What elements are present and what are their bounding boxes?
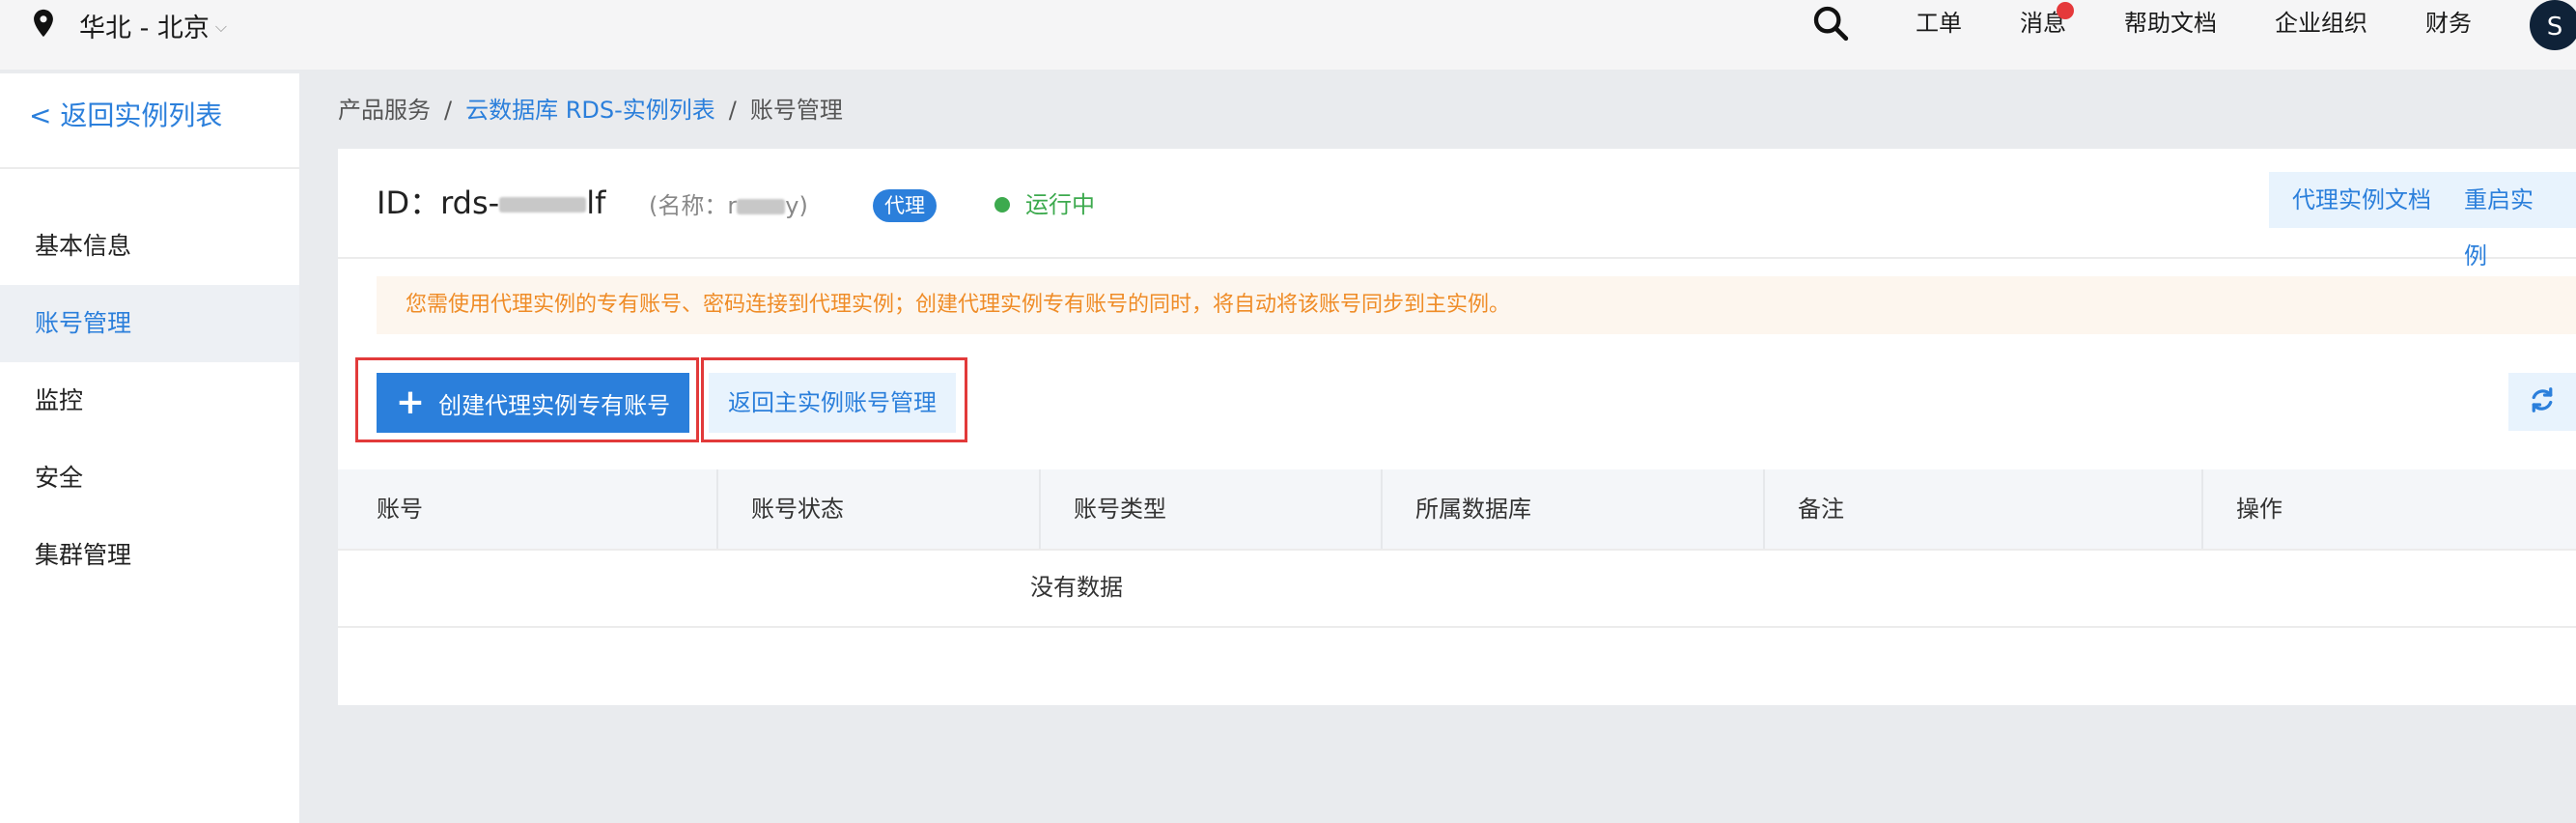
instance-id: ID：rds-lf [377,184,605,222]
redacted-block [499,197,587,213]
search-button[interactable] [1811,4,1850,46]
nav-finance[interactable]: 财务 [2425,6,2472,41]
sidebar-divider [0,167,299,169]
search-icon [1811,4,1850,46]
empty-state-text: 没有数据 [1030,574,1123,601]
back-to-instance-list-link[interactable]: < 返回实例列表 [29,97,222,135]
table-empty-row: 没有数据 [338,549,2576,628]
column-separator [1381,469,1383,549]
column-header-actions: 操作 [2236,496,2282,523]
breadcrumb-product-services[interactable]: 产品服务 [338,93,431,128]
proxy-tag: 代理 [873,189,937,222]
column-separator [716,469,718,549]
sidebar-item-security[interactable]: 安全 [0,440,299,517]
breadcrumb-separator: / [444,97,453,124]
instance-name-prefix: (名称：r [649,192,738,219]
column-header-account: 账号 [377,496,423,523]
redacted-block [737,199,786,214]
create-proxy-account-label: 创建代理实例专有账号 [438,391,671,419]
instance-name: (名称：r y) [649,189,808,222]
back-to-main-account-button[interactable]: 返回主实例账号管理 [709,373,956,433]
table-header: 账号 账号状态 账号类型 所属数据库 备注 操作 [338,469,2576,551]
chevron-down-icon: ⌵ [214,17,228,36]
notice-banner: 您需使用代理实例的专有账号、密码连接到代理实例；创建代理实例专有账号的同时，将自… [377,276,2576,334]
restart-instance-button[interactable]: 重启实例 [2441,172,2576,270]
nav-enterprise-org[interactable]: 企业组织 [2275,6,2367,41]
instance-id-prefix: ID：rds- [377,184,500,221]
column-separator [1763,469,1765,549]
breadcrumb-rds-instance-list[interactable]: 云数据库 RDS-实例列表 [465,93,715,128]
region-selector[interactable]: 华北 - 北京 ⌵ [27,6,227,44]
plus-icon: + [395,383,426,422]
refresh-icon [2528,385,2557,418]
instance-name-suffix: y) [785,192,808,219]
avatar[interactable]: S [2530,0,2576,50]
instance-header: ID：rds-lf (名称：r y) 代理 运行中 代理实例文档 重启实例 [338,149,2576,270]
message-notification-dot [2057,2,2074,19]
sidebar-item-cluster-management[interactable]: 集群管理 [0,517,299,594]
nav-tickets[interactable]: 工单 [1916,6,1962,41]
column-separator [2201,469,2203,549]
column-header-database: 所属数据库 [1415,496,1531,523]
location-pin-icon [27,7,60,43]
column-header-remark: 备注 [1798,496,1844,523]
breadcrumb: 产品服务 / 云数据库 RDS-实例列表 / 账号管理 [338,93,843,128]
instance-id-suffix: lf [586,184,606,221]
column-header-account-status: 账号状态 [751,496,844,523]
create-proxy-account-button[interactable]: + 创建代理实例专有账号 [377,373,689,433]
column-separator [1039,469,1041,549]
sidebar-item-basic-info[interactable]: 基本信息 [0,208,299,285]
proxy-instance-docs-button[interactable]: 代理实例文档 [2269,172,2454,228]
main-panel: ID：rds-lf (名称：r y) 代理 运行中 代理实例文档 重启实例 您需使… [338,149,2576,705]
status-text: 运行中 [1025,191,1095,218]
top-bar: 华北 - 北京 ⌵ 工单 消息 帮助文档 企业组织 财务 S [0,0,2576,70]
refresh-button[interactable] [2508,373,2576,431]
breadcrumb-current: 账号管理 [749,97,843,124]
sidebar-item-monitoring[interactable]: 监控 [0,362,299,440]
region-label: 华北 - 北京 [79,13,210,43]
sidebar: < 返回实例列表 基本信息 账号管理 监控 安全 集群管理 [0,73,299,823]
column-header-account-type: 账号类型 [1074,496,1166,523]
sidebar-item-account-management[interactable]: 账号管理 [0,285,299,362]
nav-help-docs[interactable]: 帮助文档 [2124,6,2217,41]
status-dot-icon [994,197,1010,213]
status-badge: 运行中 [994,185,1095,224]
breadcrumb-separator: / [728,97,737,124]
